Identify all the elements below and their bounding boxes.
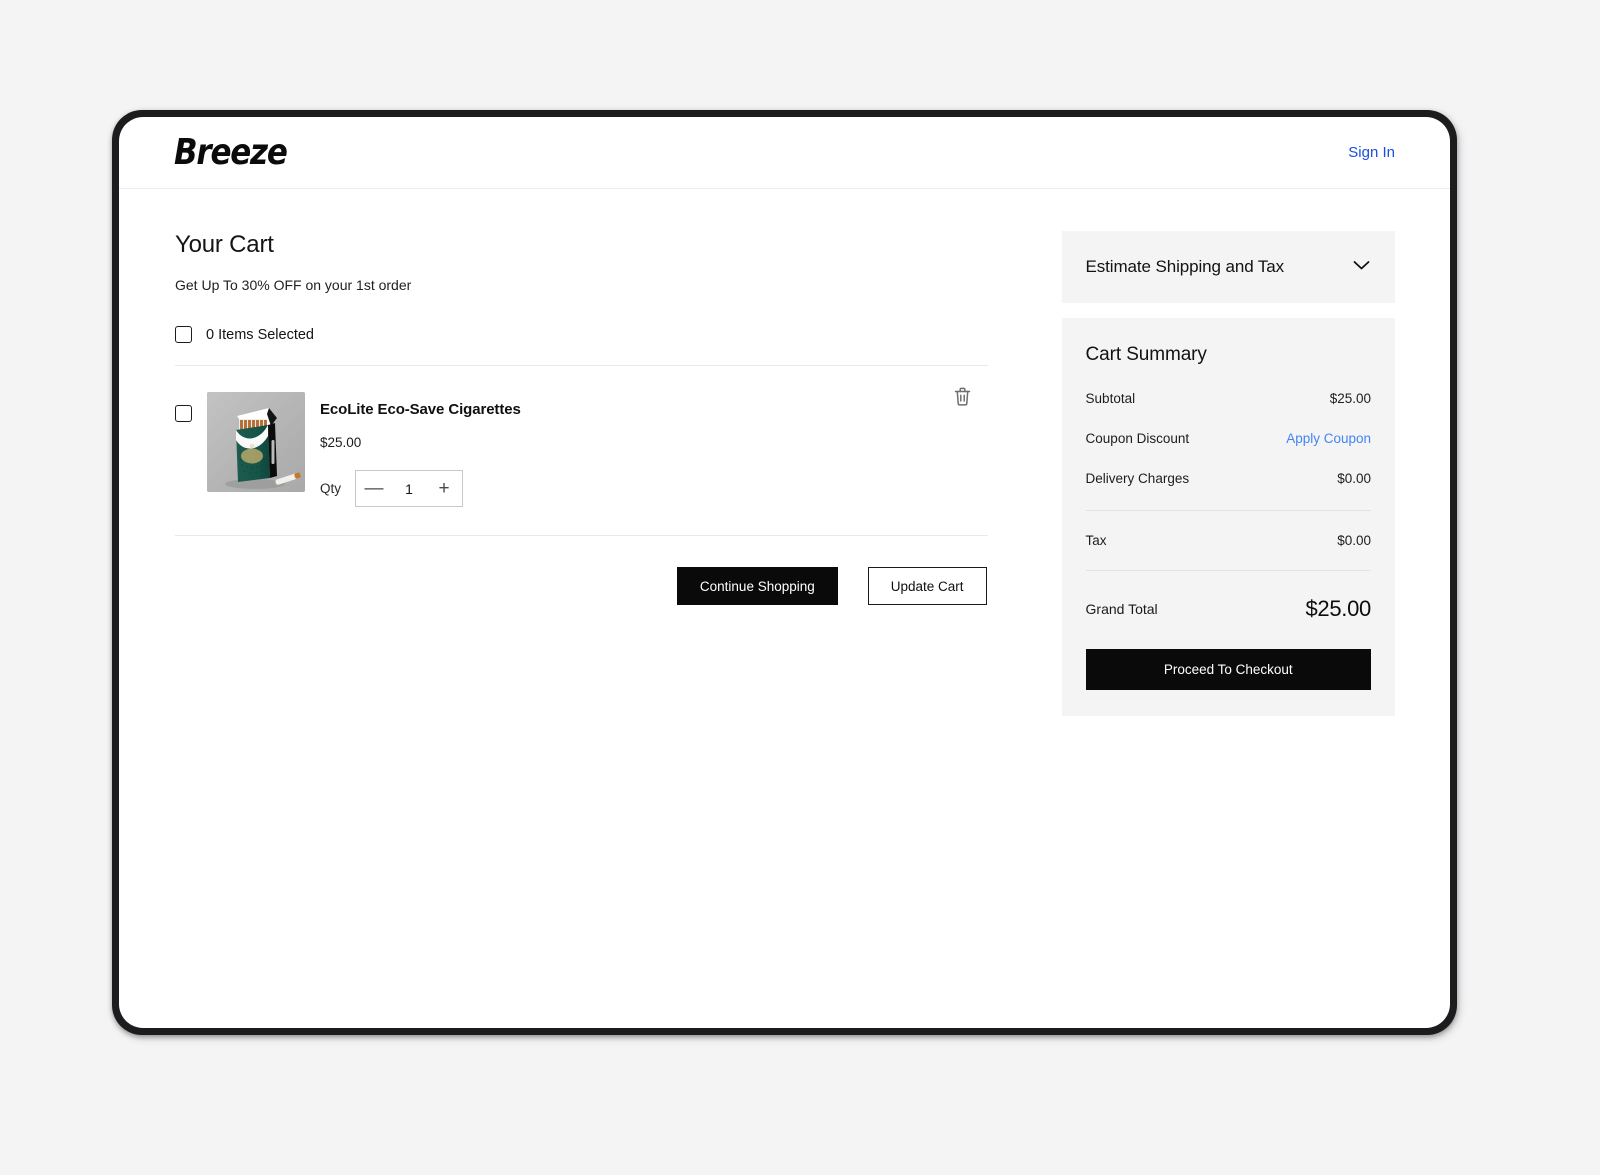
sign-in-link[interactable]: Sign In [1348, 144, 1395, 161]
quantity-increment-button[interactable]: + [426, 471, 462, 506]
quantity-stepper[interactable]: — 1 + [355, 470, 464, 507]
estimate-shipping-tax-panel[interactable]: Estimate Shipping and Tax [1061, 231, 1395, 303]
cart-column: Your Cart Get Up To 30% OFF on your 1st … [153, 231, 988, 716]
summary-row-tax: Tax $0.00 [1085, 510, 1371, 571]
product-price: $25.00 [320, 435, 362, 450]
apply-coupon-link[interactable]: Apply Coupon [1286, 431, 1371, 446]
summary-row-coupon-discount: Coupon Discount Apply Coupon [1086, 431, 1371, 446]
select-all-row[interactable]: 0 Items Selected [175, 326, 988, 366]
summary-label-delivery-charges: Delivery Charges [1085, 471, 1190, 486]
cart-summary-title: Cart Summary [1085, 344, 1207, 365]
page-title: Your Cart [175, 231, 274, 258]
summary-value-delivery-charges: $0.00 [1337, 471, 1371, 486]
product-name[interactable]: EcoLite Eco-Save Cigarettes [320, 401, 988, 418]
promo-banner-text: Get Up To 30% OFF on your 1st order [175, 277, 412, 293]
summary-row-delivery-charges: Delivery Charges $0.00 [1086, 471, 1371, 486]
summary-label-coupon-discount: Coupon Discount [1085, 431, 1190, 446]
tablet-screen: Breeze Sign In Your Cart Get Up To 30% O… [119, 117, 1450, 1028]
summary-row-subtotal: Subtotal $25.00 [1086, 391, 1371, 406]
update-cart-button[interactable]: Update Cart [867, 567, 987, 605]
grand-total-label: Grand Total [1085, 601, 1158, 617]
summary-value-subtotal: $25.00 [1329, 391, 1371, 406]
chevron-down-icon[interactable] [1352, 258, 1371, 276]
cart-item-checkbox[interactable] [175, 405, 192, 422]
product-thumbnail[interactable] [207, 392, 305, 492]
remove-item-button[interactable] [947, 380, 978, 413]
continue-shopping-button[interactable]: Continue Shopping [676, 567, 838, 605]
brand-logo[interactable]: Breeze [174, 132, 288, 173]
quantity-value: 1 [405, 480, 413, 497]
site-header: Breeze Sign In [119, 117, 1450, 189]
summary-label-subtotal: Subtotal [1085, 391, 1136, 406]
summary-row-grand-total: Grand Total $25.00 [1085, 596, 1372, 622]
cart-summary-panel: Cart Summary Subtotal $25.00 Coupon Disc… [1061, 318, 1395, 716]
grand-total-value: $25.00 [1305, 596, 1372, 621]
summary-column: Estimate Shipping and Tax Cart Summary S… [1061, 231, 1395, 716]
cart-line-item: EcoLite Eco-Save Cigarettes $25.00 Qty —… [175, 366, 988, 536]
summary-value-tax: $0.00 [1337, 533, 1371, 548]
product-details: EcoLite Eco-Save Cigarettes $25.00 Qty —… [320, 392, 988, 507]
page-body: Your Cart Get Up To 30% OFF on your 1st … [119, 189, 1450, 716]
summary-label-tax: Tax [1085, 533, 1107, 548]
proceed-to-checkout-button[interactable]: Proceed To Checkout [1085, 649, 1371, 690]
quantity-row: Qty — 1 + [320, 470, 988, 507]
cigarette-pack-image [207, 392, 305, 492]
select-all-checkbox[interactable] [175, 326, 192, 343]
quantity-decrement-button[interactable]: — [356, 471, 392, 506]
tablet-device-frame: Breeze Sign In Your Cart Get Up To 30% O… [112, 110, 1457, 1035]
trash-icon [954, 387, 970, 406]
quantity-label: Qty [320, 481, 342, 496]
items-selected-label: 0 Items Selected [206, 326, 314, 343]
estimate-shipping-tax-title: Estimate Shipping and Tax [1085, 257, 1285, 276]
cart-actions: Continue Shopping Update Cart [175, 567, 988, 605]
